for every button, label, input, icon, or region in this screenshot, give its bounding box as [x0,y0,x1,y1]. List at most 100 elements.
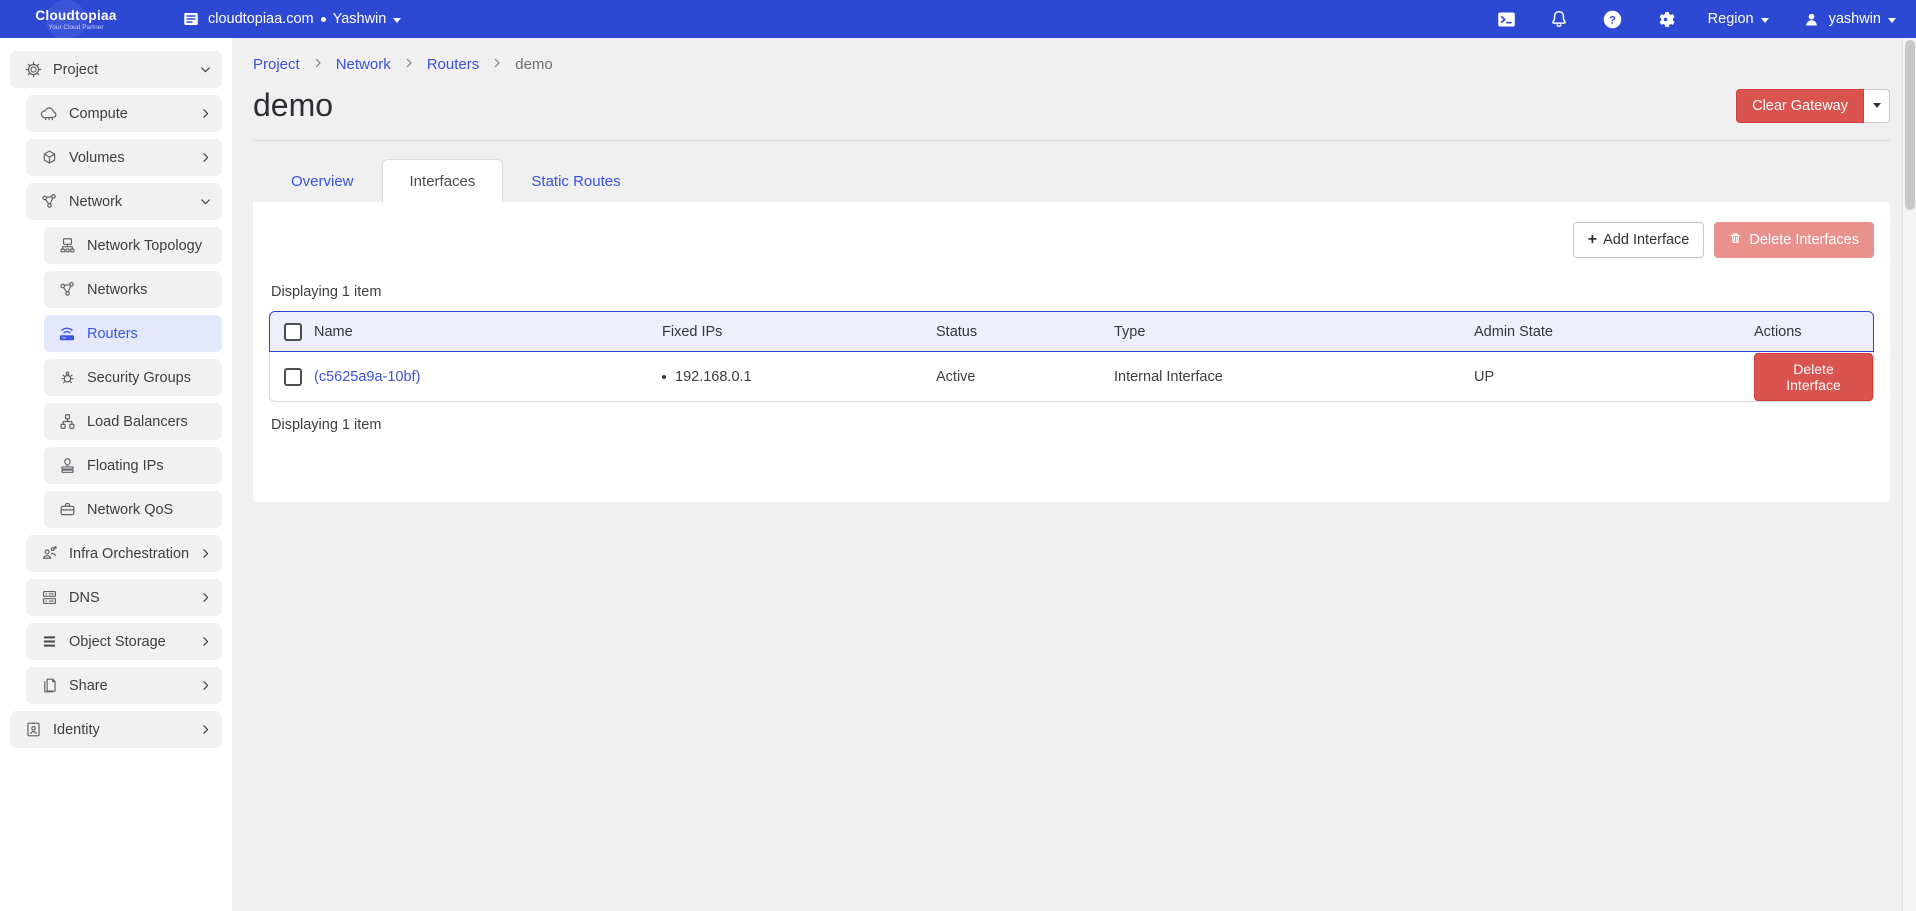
chevron-right-icon [199,591,212,604]
page-title: demo [253,87,333,124]
sidebar-item-share[interactable]: Share [26,667,222,704]
breadcrumb-network[interactable]: Network [336,56,391,73]
breadcrumb-project[interactable]: Project [253,56,300,73]
chevron-down-icon [1761,18,1769,23]
column-header-admin-state: Admin State [1474,324,1754,340]
scrollbar-thumb[interactable] [1905,40,1915,210]
identity-badge-icon [23,720,43,740]
interface-name-link[interactable]: (c5625a9a-10bf) [314,369,662,385]
chevron-right-icon [491,56,503,73]
sidebar-item-compute[interactable]: Compute [26,95,222,132]
tab-overview[interactable]: Overview [263,159,382,203]
table-header-row: Name Fixed IPs Status Type Admin State A… [269,311,1874,352]
delete-interface-button[interactable]: Delete Interface [1754,353,1873,401]
sidebar-item-label: Network QoS [87,502,173,518]
user-avatar-icon [1801,9,1822,30]
bullet-icon [662,375,666,379]
volumes-cube-icon [39,148,59,168]
chevron-right-icon [199,107,212,120]
scrollbar[interactable] [1902,38,1916,911]
sidebar-item-project[interactable]: Project [10,51,222,88]
region-dropdown[interactable]: Region [1708,11,1769,27]
fixed-ip-value: 192.168.0.1 [675,369,752,385]
tab-interfaces[interactable]: Interfaces [382,159,504,203]
sidebar-item-label: Infra Orchestration [69,546,189,562]
column-header-actions: Actions [1754,324,1873,340]
title-divider [253,140,1890,141]
breadcrumb-routers[interactable]: Routers [427,56,480,73]
help-icon[interactable]: ? [1602,9,1623,30]
domain-label: cloudtopiaa.com [208,11,314,27]
sidebar-item-label: Project [53,62,98,78]
sidebar-item-routers[interactable]: Routers [44,315,222,352]
delete-interfaces-button[interactable]: Delete Interfaces [1714,222,1874,258]
plus-icon: + [1588,231,1597,249]
tab-bar: Overview Interfaces Static Routes [263,159,1890,203]
chevron-right-icon [199,151,212,164]
security-groups-icon [57,368,77,388]
infra-orchestration-icon [39,544,59,564]
logo[interactable]: Cloudtopiaa Your Cloud Partner [0,8,152,31]
project-icon [23,60,43,80]
sidebar-item-volumes[interactable]: Volumes [26,139,222,176]
settings-gear-icon[interactable] [1655,9,1676,30]
network-qos-icon [57,500,77,520]
select-all-checkbox[interactable] [284,323,302,341]
main-content: Project Network Routers demo demo Clear … [232,38,1916,911]
sidebar-item-infra-orchestration[interactable]: Infra Orchestration [26,535,222,572]
floating-ips-icon [57,456,77,476]
sidebar-item-dns[interactable]: DNS [26,579,222,616]
topbar: Cloudtopiaa Your Cloud Partner cloudtopi… [0,0,1916,38]
chevron-right-icon [199,679,212,692]
column-header-name: Name [314,324,662,340]
sidebar-item-identity[interactable]: Identity [10,711,222,748]
sidebar-item-load-balancers[interactable]: Load Balancers [44,403,222,440]
table-row: (c5625a9a-10bf) 192.168.0.1 Active Inter… [269,352,1874,402]
sidebar-item-security-groups[interactable]: Security Groups [44,359,222,396]
item-count-bottom: Displaying 1 item [271,417,1890,433]
project-label: Yashwin [333,11,387,27]
logo-title: Cloudtopiaa [0,8,152,23]
notifications-bell-icon[interactable] [1549,9,1570,30]
sidebar-item-networks[interactable]: Networks [44,271,222,308]
interfaces-table: Name Fixed IPs Status Type Admin State A… [269,311,1874,402]
fixed-ip-cell: 192.168.0.1 [662,369,936,385]
clear-gateway-dropdown-button[interactable] [1864,89,1890,123]
sidebar-item-label: Object Storage [69,634,166,650]
sidebar-item-label: Network Topology [87,238,202,254]
column-header-status: Status [936,324,1114,340]
sidebar-item-network-topology[interactable]: Network Topology [44,227,222,264]
networks-icon [57,280,77,300]
add-interface-button[interactable]: + Add Interface [1573,222,1705,258]
terminal-icon[interactable] [1496,9,1517,30]
tab-static-routes[interactable]: Static Routes [503,159,648,203]
clear-gateway-button[interactable]: Clear Gateway [1736,89,1864,123]
sidebar-item-label: Load Balancers [87,414,188,430]
domain-project-switcher[interactable]: cloudtopiaa.com Yashwin [180,9,401,30]
user-menu[interactable]: yashwin [1801,9,1896,30]
sidebar: Project Compute Volumes Network Network … [0,38,232,911]
sidebar-item-floating-ips[interactable]: Floating IPs [44,447,222,484]
share-file-icon [39,676,59,696]
type-value: Internal Interface [1114,369,1474,385]
chevron-right-icon [199,547,212,560]
logo-tagline: Your Cloud Partner [0,24,152,31]
sidebar-item-network-qos[interactable]: Network QoS [44,491,222,528]
interfaces-panel: + Add Interface Delete Interfaces Displa… [253,202,1890,502]
sidebar-item-label: Floating IPs [87,458,164,474]
sidebar-item-label: DNS [69,590,100,606]
column-header-type: Type [1114,324,1474,340]
region-label: Region [1708,11,1754,27]
row-select-checkbox[interactable] [284,368,302,386]
sidebar-item-object-storage[interactable]: Object Storage [26,623,222,660]
sidebar-item-label: Networks [87,282,147,298]
chevron-down-icon [1888,18,1896,23]
compute-cloud-icon [39,104,59,124]
sidebar-item-label: Share [69,678,108,694]
sidebar-item-network[interactable]: Network [26,183,222,220]
chevron-down-icon [199,63,212,76]
clear-gateway-split-button: Clear Gateway [1736,89,1890,123]
column-header-fixed-ips: Fixed IPs [662,324,936,340]
object-storage-icon [39,632,59,652]
svg-text:?: ? [1609,14,1616,26]
